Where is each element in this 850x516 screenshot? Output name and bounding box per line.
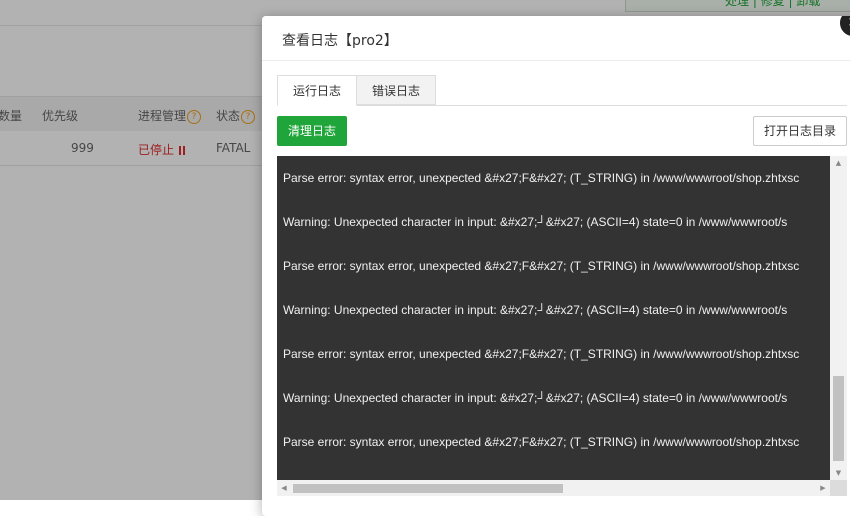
vertical-scroll-thumb[interactable]: [833, 376, 844, 461]
scroll-up-arrow-icon[interactable]: ▲: [830, 156, 847, 170]
view-log-modal: 查看日志【pro2】 运行日志 错误日志 清理日志 打开日志目录 Parse e…: [262, 16, 850, 516]
tab-error-log[interactable]: 错误日志: [356, 75, 436, 105]
log-output[interactable]: Parse error: syntax error, unexpected &#…: [277, 156, 847, 496]
scroll-right-arrow-icon[interactable]: ▶: [816, 480, 830, 496]
horizontal-scroll-thumb[interactable]: [293, 484, 563, 493]
log-line: Warning: Unexpected character in input: …: [283, 303, 788, 317]
tab-run-log[interactable]: 运行日志: [277, 75, 357, 106]
modal-title: 查看日志【pro2】: [282, 33, 398, 49]
log-line: Parse error: syntax error, unexpected &#…: [283, 347, 800, 361]
log-line: Warning: Unexpected character in input: …: [283, 215, 788, 229]
modal-header: 查看日志【pro2】: [262, 16, 850, 61]
log-line: Parse error: syntax error, unexpected &#…: [283, 259, 800, 273]
log-line: Parse error: syntax error, unexpected &#…: [283, 435, 800, 449]
scroll-down-arrow-icon[interactable]: ▼: [830, 466, 847, 480]
horizontal-scrollbar[interactable]: ◀ ▶: [277, 480, 830, 496]
open-log-directory-button[interactable]: 打开日志目录: [753, 116, 847, 146]
log-line: Warning: Unexpected character in input: …: [283, 391, 788, 405]
scrollbar-corner: [830, 480, 847, 496]
clear-log-button[interactable]: 清理日志: [277, 116, 347, 146]
log-tabs: 运行日志 错误日志: [277, 75, 847, 106]
log-content: Parse error: syntax error, unexpected &#…: [283, 166, 828, 466]
log-line: Parse error: syntax error, unexpected &#…: [283, 171, 800, 185]
vertical-scrollbar[interactable]: ▲ ▼: [830, 156, 847, 480]
scroll-left-arrow-icon[interactable]: ◀: [277, 480, 291, 496]
